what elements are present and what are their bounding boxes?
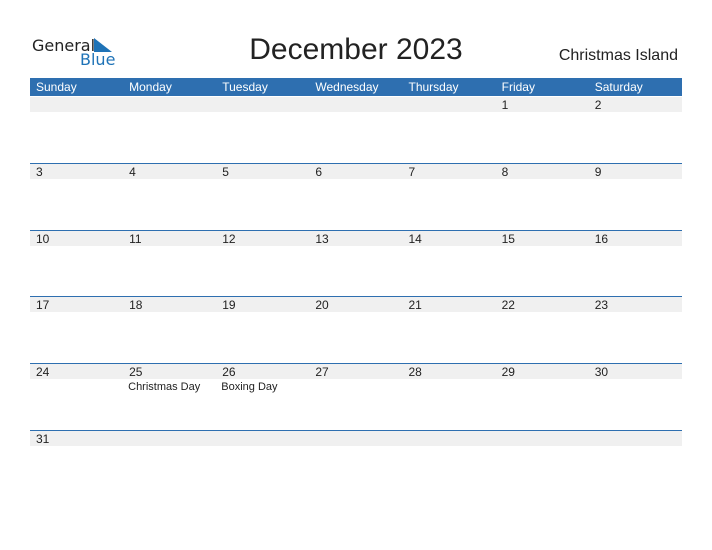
day-cell: 31 (30, 431, 123, 446)
day-cell: 22 (496, 297, 589, 312)
country-name: Christmas Island (558, 47, 678, 64)
day-cell: 26 Boxing Day (216, 364, 309, 393)
day-cell: 27 (309, 364, 402, 379)
day-number: 15 (501, 232, 515, 246)
week-row: 24 25 Christmas Day 26 Boxing Day 27 28 29 30 (30, 363, 682, 393)
day-cell (30, 97, 123, 112)
day-number: 1 (501, 98, 509, 112)
day-number: 14 (408, 232, 422, 246)
day-cell: 7 (403, 164, 496, 179)
day-number: 19 (222, 298, 236, 312)
day-number: 22 (501, 298, 515, 312)
day-cell: 6 (309, 164, 402, 179)
day-number: 24 (36, 365, 50, 379)
day-number: 17 (36, 298, 50, 312)
day-cell: 2 (589, 97, 682, 112)
day-number: 4 (129, 165, 136, 179)
day-number: 9 (594, 165, 602, 179)
day-number: 2 (594, 98, 602, 112)
day-cell: 23 (589, 297, 682, 312)
day-number: 28 (408, 365, 422, 379)
holiday-label: Boxing Day (221, 381, 278, 393)
weekday-label: Saturday (594, 80, 643, 94)
weekday-label: Friday (501, 80, 535, 94)
day-number: 29 (501, 365, 515, 379)
day-number: 31 (36, 432, 50, 446)
day-cell: 15 (496, 231, 589, 246)
week-row: 17 18 19 20 21 22 23 (30, 296, 682, 312)
day-number: 6 (315, 165, 323, 179)
day-cell: 28 (403, 364, 496, 379)
day-number: 12 (222, 232, 236, 246)
day-cell: 18 (123, 297, 216, 312)
day-number: 20 (315, 298, 329, 312)
day-cell: 9 (589, 164, 682, 179)
day-cell: 1 (496, 97, 589, 112)
day-number: 8 (501, 165, 509, 179)
day-number: 11 (129, 232, 142, 246)
week-row: 3 4 5 6 7 8 9 (30, 163, 682, 179)
weekday-header: Sunday Monday Tuesday Wednesday Thursday… (30, 78, 682, 96)
week-row: 10 11 12 13 14 15 16 (30, 230, 682, 246)
weekday-label: Tuesday (222, 80, 268, 94)
day-number: 5 (222, 165, 229, 179)
day-cell (216, 97, 309, 112)
day-cell (309, 431, 402, 446)
day-cell: 4 (123, 164, 216, 179)
day-cell: 12 (216, 231, 309, 246)
day-cell: 3 (30, 164, 123, 179)
day-number: 26 (222, 365, 236, 379)
day-cell (403, 97, 496, 112)
day-number: 25 (129, 365, 143, 379)
day-cell: 24 (30, 364, 123, 379)
day-cell (589, 431, 682, 446)
day-cell: 25 Christmas Day (123, 364, 216, 393)
holiday-label: Christmas Day (128, 381, 201, 393)
day-cell: 13 (309, 231, 402, 246)
day-cell: 11 (123, 231, 216, 246)
day-number: 7 (408, 165, 416, 179)
day-cell: 16 (589, 231, 682, 246)
day-cell: 8 (496, 164, 589, 179)
day-number: 10 (36, 232, 50, 246)
day-number: 16 (594, 232, 609, 246)
day-cell: 19 (216, 297, 309, 312)
day-number: 13 (315, 232, 329, 246)
day-cell (496, 431, 589, 446)
day-number: 23 (594, 298, 609, 312)
weekday-label: Wednesday (315, 80, 379, 94)
day-number: 27 (315, 365, 329, 379)
weekday-label: Monday (129, 80, 172, 94)
day-cell: 5 (216, 164, 309, 179)
day-number: 30 (594, 365, 609, 379)
day-cell: 17 (30, 297, 123, 312)
day-cell: 14 (403, 231, 496, 246)
day-number: 21 (408, 298, 422, 312)
day-cell (123, 97, 216, 112)
week-row: 12 (30, 97, 682, 112)
weekday-label: Sunday (36, 80, 77, 94)
day-cell: 20 (309, 297, 402, 312)
day-cell: 29 (496, 364, 589, 379)
day-number: 3 (36, 165, 43, 179)
day-cell: 21 (403, 297, 496, 312)
day-cell (216, 431, 309, 446)
day-cell (123, 431, 216, 446)
day-number: 18 (129, 298, 143, 312)
day-cell: 10 (30, 231, 123, 246)
day-cell (309, 97, 402, 112)
weekday-label: Thursday (408, 80, 459, 94)
week-row: 31 (30, 430, 682, 446)
day-cell: 30 (589, 364, 682, 379)
day-cell (403, 431, 496, 446)
